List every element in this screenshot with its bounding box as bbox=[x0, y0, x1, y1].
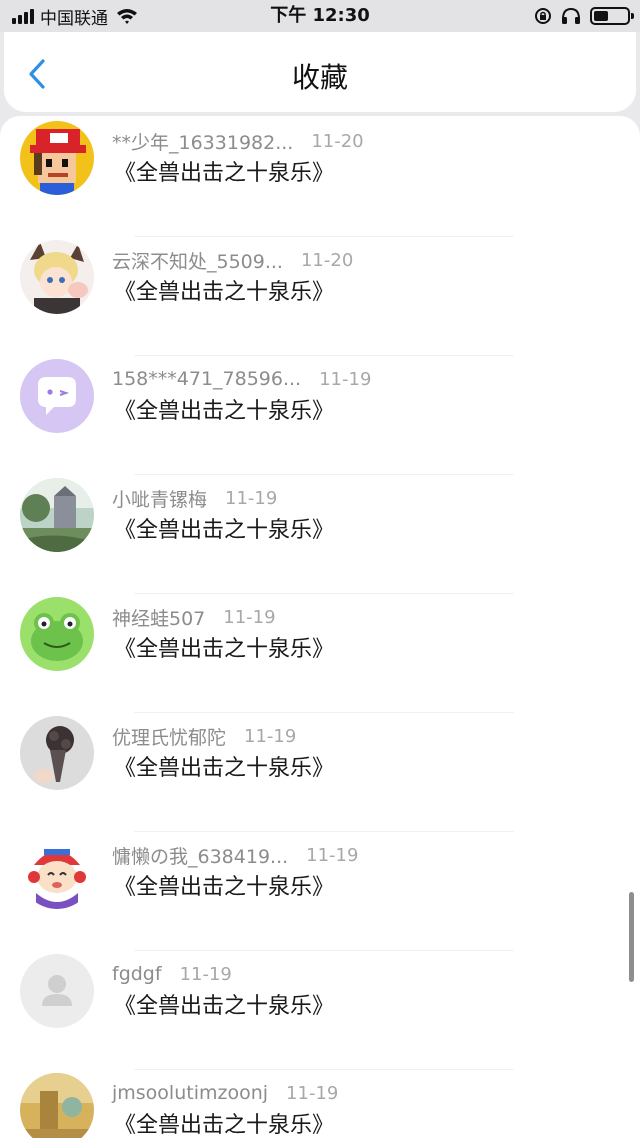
username: 慵懒の我_638419... bbox=[112, 845, 289, 868]
item-date: 11-19 bbox=[225, 487, 278, 509]
list-item[interactable]: **少年_16331982... 11-20 《全兽出击之十泉乐》 bbox=[0, 118, 640, 237]
item-title: 《全兽出击之十泉乐》 bbox=[114, 756, 335, 781]
item-meta: 神经蛙507 11-19 bbox=[112, 604, 276, 630]
frog-avatar[interactable] bbox=[20, 597, 94, 671]
anime-girl-avatar[interactable] bbox=[20, 240, 94, 314]
username: 158***471_78596... bbox=[112, 368, 302, 390]
username: jmsoolutimzoonj bbox=[112, 1082, 269, 1104]
landscape-avatar[interactable] bbox=[20, 478, 94, 552]
pixel-mario-avatar[interactable] bbox=[20, 121, 94, 195]
scrollbar[interactable] bbox=[629, 892, 634, 982]
item-title: 《全兽出击之十泉乐》 bbox=[114, 518, 335, 543]
item-date: 11-19 bbox=[319, 368, 372, 390]
list-item[interactable]: 小呲青镙梅 11-19 《全兽出击之十泉乐》 bbox=[0, 475, 640, 594]
item-meta: jmsoolutimzoonj 11-19 bbox=[112, 1080, 338, 1106]
page-title: 收藏 bbox=[291, 61, 348, 94]
item-meta: 优理氏忧郁陀 11-19 bbox=[112, 723, 296, 749]
golden-photo-avatar[interactable] bbox=[20, 1073, 94, 1138]
item-date: 11-20 bbox=[300, 249, 354, 271]
list-item[interactable]: 神经蛙507 11-19 《全兽出击之十泉乐》 bbox=[0, 594, 640, 713]
item-meta: 慵懒の我_638419... 11-19 bbox=[112, 842, 358, 868]
item-title: 《全兽出击之十泉乐》 bbox=[114, 637, 335, 662]
list-item[interactable]: 优理氏忧郁陀 11-19 《全兽出击之十泉乐》 bbox=[0, 713, 640, 832]
item-date: 11-19 bbox=[179, 963, 232, 985]
favorites-list: **少年_16331982... 11-20 《全兽出击之十泉乐》 云深不知处_… bbox=[0, 116, 640, 1138]
list-item[interactable]: 慵懒の我_638419... 11-19 《全兽出击之十泉乐》 bbox=[0, 832, 640, 951]
item-meta: fgdgf 11-19 bbox=[112, 961, 232, 987]
status-bar: 中国联通 下午 12:30 bbox=[0, 0, 640, 32]
headphones-icon bbox=[562, 7, 580, 24]
item-date: 11-19 bbox=[286, 1082, 339, 1104]
list-item[interactable]: fgdgf 11-19 《全兽出击之十泉乐》 bbox=[0, 951, 640, 1070]
item-date: 11-19 bbox=[244, 725, 297, 747]
username: 云深不知处_5509... bbox=[112, 250, 283, 273]
item-title: 《全兽出击之十泉乐》 bbox=[114, 399, 335, 424]
username: 优理氏忧郁陀 bbox=[112, 726, 227, 749]
item-title: 《全兽出击之十泉乐》 bbox=[114, 994, 335, 1019]
item-title: 《全兽出击之十泉乐》 bbox=[114, 1113, 335, 1138]
username: **少年_16331982... bbox=[112, 131, 294, 154]
rotation-lock-icon bbox=[535, 8, 551, 24]
list-item[interactable]: 158***471_78596... 11-19 《全兽出击之十泉乐》 bbox=[0, 356, 640, 475]
list-item[interactable]: jmsoolutimzoonj 11-19 《全兽出击之十泉乐》 bbox=[0, 1070, 640, 1138]
username: fgdgf bbox=[112, 963, 162, 985]
default-user-avatar[interactable] bbox=[20, 954, 94, 1028]
nav-header: 收藏 bbox=[4, 32, 636, 112]
item-date: 11-20 bbox=[311, 130, 364, 152]
list-item[interactable]: 云深不知处_5509... 11-20 《全兽出击之十泉乐》 bbox=[0, 237, 640, 356]
item-date: 11-19 bbox=[223, 606, 276, 628]
item-meta: 云深不知处_5509... 11-20 bbox=[112, 247, 353, 273]
battery-icon bbox=[590, 7, 634, 25]
item-title: 《全兽出击之十泉乐》 bbox=[114, 875, 335, 900]
item-date: 11-19 bbox=[306, 844, 359, 866]
username: 神经蛙507 bbox=[112, 607, 206, 630]
cartoon-kid-avatar[interactable] bbox=[20, 835, 94, 909]
flower-bouquet-avatar[interactable] bbox=[20, 716, 94, 790]
item-title: 《全兽出击之十泉乐》 bbox=[114, 280, 335, 305]
item-title: 《全兽出击之十泉乐》 bbox=[114, 161, 335, 186]
purple-chat-avatar[interactable] bbox=[20, 359, 94, 433]
item-meta: 158***471_78596... 11-19 bbox=[112, 366, 371, 392]
item-meta: 小呲青镙梅 11-19 bbox=[112, 485, 277, 511]
username: 小呲青镙梅 bbox=[112, 488, 208, 511]
status-right bbox=[534, 5, 634, 27]
item-meta: **少年_16331982... 11-20 bbox=[112, 128, 364, 154]
